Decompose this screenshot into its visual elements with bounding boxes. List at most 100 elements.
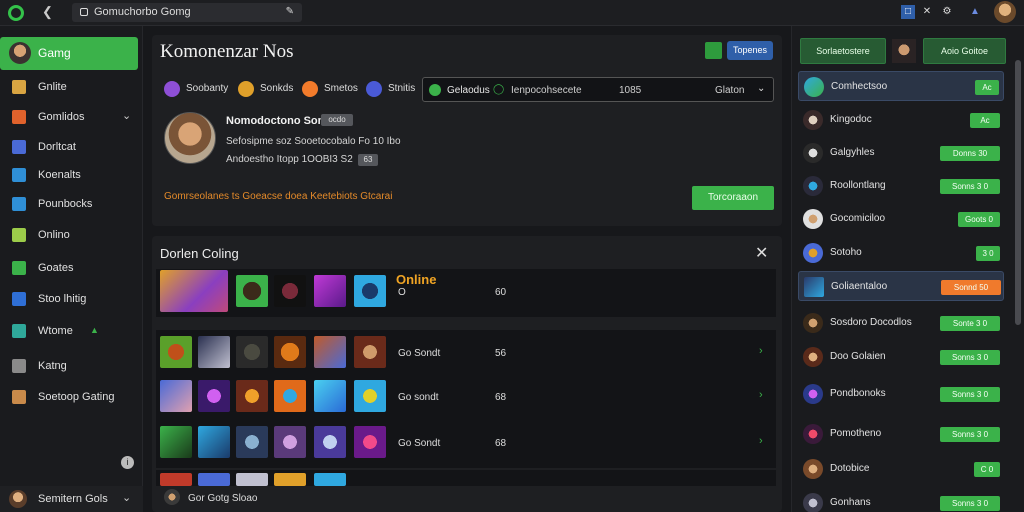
status-badge[interactable]: Sonns 3 0 [940,427,1000,442]
game-icon[interactable] [236,380,268,412]
status-badge[interactable]: Sonns 3 0 [940,387,1000,402]
friend-row[interactable]: Dotobice C 0 [798,454,1004,484]
friend-row[interactable]: Pomotheno Sonns 3 0 [798,419,1004,449]
status-badge[interactable]: Goots 0 [958,212,1000,227]
game-icon[interactable] [274,426,306,458]
status-badge[interactable]: Ac [975,80,999,95]
friend-row[interactable]: Comhectsoo Ac [798,71,1004,101]
game-icon[interactable] [198,473,230,486]
green-logo-icon[interactable] [8,5,24,21]
status-badge[interactable]: Sonns 3 0 [940,350,1000,365]
user-avatar[interactable] [994,1,1016,23]
game-icon[interactable] [314,380,346,412]
sidebar-item-10[interactable]: Katng [0,355,143,379]
game-row[interactable]: Go sondt 68 › [156,374,776,422]
status-badge[interactable]: Sonnd 50 [941,280,1001,295]
game-icon[interactable] [198,380,230,412]
status-badge[interactable]: Ac [970,113,1000,128]
sidebar-item-11[interactable]: Soetoop Gating [0,386,143,410]
game-icon[interactable] [236,275,268,307]
game-row[interactable]: Online O 60 [156,269,776,317]
game-icon[interactable] [236,336,268,368]
sidebar-item-9[interactable]: Wtome ▲ [0,320,143,344]
address-bar[interactable]: Gomuchorbo Gomg ✎ [72,3,302,22]
friend-row[interactable]: Doo Golaien Sonns 3 0 [798,342,1004,372]
status-badge[interactable]: Sonns 3 0 [940,496,1000,511]
chevron-right-icon[interactable]: › [759,345,763,357]
sidebar-account[interactable]: Semitern Gols ⌄ [0,486,143,512]
game-row[interactable]: Go Sondt 68 › [156,420,776,468]
tab-add-friend[interactable]: Aoio Goitoe [923,38,1006,64]
friend-row[interactable]: Pondbonoks Sonns 3 0 [798,379,1004,409]
friend-row[interactable]: Sosdoro Docodlos Sonte 3 0 [798,308,1004,338]
friend-row[interactable]: Roollontlang Sonns 3 0 [798,171,1004,201]
game-icon[interactable] [198,336,230,368]
friend-row[interactable]: Galgyhles Donns 30 [798,138,1004,168]
blue-square-icon[interactable]: □ [901,5,915,19]
friend-row[interactable]: Gonhans Sonns 3 0 [798,488,1004,512]
close-icon[interactable]: ✕ [755,243,768,263]
sidebar-item-7[interactable]: Goates [0,257,143,281]
chevron-right-icon[interactable]: › [759,389,763,401]
sidebar-item-1[interactable]: Gnlite [0,76,143,100]
chevron-right-icon[interactable]: › [759,435,763,447]
game-icon[interactable] [274,336,306,368]
tab-friends[interactable]: Sorlaetostere [800,38,886,64]
game-icon[interactable] [314,336,346,368]
sidebar-item-gaming-active[interactable]: Gamg [0,37,138,70]
status-badge[interactable]: Sonns 3 0 [940,179,1000,194]
game-row[interactable]: Go Sondt 56 › [156,330,776,378]
avatar [804,277,824,297]
friend-row[interactable]: Gocomiciloo Goots 0 [798,204,1004,234]
game-icon[interactable] [354,426,386,458]
game-icon[interactable] [274,275,306,307]
sidebar-item-5[interactable]: Pounbocks [0,193,143,217]
status-badge[interactable]: Sonte 3 0 [940,316,1000,331]
network-icon[interactable]: ▲ [968,5,982,19]
sidebar-item-6[interactable]: Onlino [0,224,143,248]
header-button[interactable]: Topenes [727,41,773,60]
add-button[interactable] [705,42,722,59]
game-select[interactable]: Gelaodus ◯ Ienpocohsecete 1085 Glaton ⌄ [422,77,774,102]
game-icon[interactable] [354,336,386,368]
bookmark-icon[interactable]: ✎ [286,6,294,17]
status-badge[interactable]: 3 0 [976,246,1000,261]
game-icon[interactable] [314,275,346,307]
status-badge[interactable]: Donns 30 [940,146,1000,161]
game-icon[interactable] [274,473,306,486]
settings-icon[interactable]: ⚙ [940,5,954,19]
game-icon[interactable] [160,380,192,412]
game-thumbnail[interactable] [160,270,228,312]
info-icon[interactable]: i [121,456,134,469]
sidebar-item-label: Wtome [38,325,73,337]
game-icon[interactable] [354,275,386,307]
avatar[interactable] [892,39,916,63]
game-icon[interactable] [160,473,192,486]
action-button[interactable]: Torcoraaon [692,186,774,210]
game-icon[interactable] [198,426,230,458]
back-icon[interactable]: ❮ [42,4,53,20]
close-x-icon[interactable]: ✕ [920,5,934,19]
game-icon[interactable] [314,473,346,486]
friend-row[interactable]: Kingodoc Ac [798,105,1004,135]
game-icon[interactable] [274,380,306,412]
sidebar-item-2[interactable]: Gomlidos ⌄ [0,106,143,130]
game-icon[interactable] [314,426,346,458]
chevron-down-icon[interactable]: ⌄ [122,491,131,504]
game-icon[interactable] [160,336,192,368]
friend-row[interactable]: Sotoho 3 0 [798,238,1004,268]
game-icon[interactable] [354,380,386,412]
profile-avatar[interactable] [164,112,216,164]
friend-row[interactable]: Goliaentaloo Sonnd 50 [798,271,1004,301]
sidebar-item-3[interactable]: Dorltcat [0,136,143,160]
status-badge[interactable]: C 0 [974,462,1000,477]
game-icon[interactable] [236,426,268,458]
sidebar-item-8[interactable]: Stoo lhitig [0,288,143,312]
scrollbar[interactable] [1015,60,1021,325]
game-icon[interactable] [160,426,192,458]
chevron-down-icon[interactable]: ⌄ [122,109,131,122]
chip-label: Sonkds [260,83,294,94]
game-icon[interactable] [236,473,268,486]
game-row[interactable] [156,470,776,486]
sidebar-item-4[interactable]: Koenalts [0,164,143,188]
